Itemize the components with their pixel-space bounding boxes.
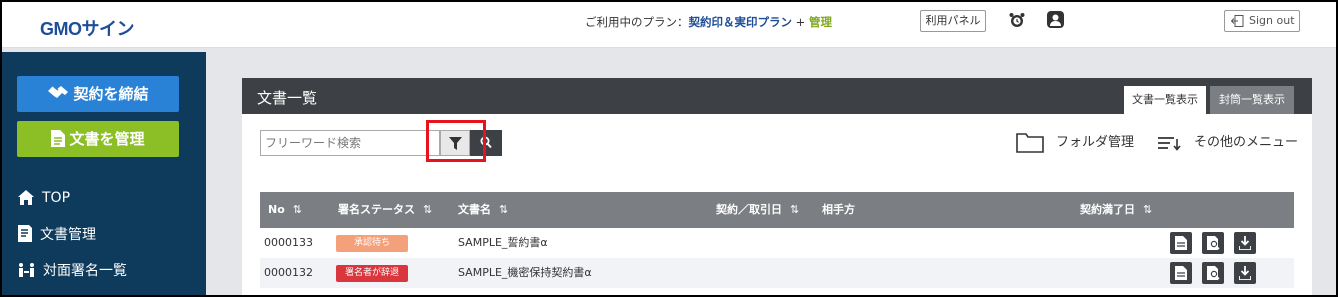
sidebar: 契約を締結 文書を管理 TOP 文書管理 対面署名一覧 [2,52,206,295]
sidebar-item-docs[interactable]: 文書管理 [18,225,96,245]
column-status[interactable]: 署名ステータス ⇅ [338,192,432,228]
doc-name[interactable]: SAMPLE_機密保持契約書α [458,258,592,288]
column-label: 署名ステータス [338,203,415,216]
download-button[interactable] [1234,232,1256,254]
manage-docs-button[interactable]: 文書を管理 [17,121,179,157]
signout-label: Sign out [1249,14,1295,27]
sort-icon[interactable]: ⇅ [423,203,432,216]
doc-name[interactable]: SAMPLE_誓約書α [458,228,548,258]
plan-prefix: ご利用中のプラン： [585,15,689,29]
sort-icon[interactable]: ⇅ [790,203,799,216]
top-header: GMOサイン ご利用中のプラン：契約印＆実印プラン + 管理 利用パネル Sig… [2,2,1336,48]
folder-icon [1016,133,1044,153]
docs-icon [18,225,32,242]
sidebar-item-label: 文書管理 [40,227,96,243]
sidebar-item-top[interactable]: TOP [18,188,70,208]
page-title: 文書一覧 [257,89,318,107]
plan-admin: 管理 [808,15,832,29]
manage-label: 文書を管理 [69,130,145,148]
usage-panel-button[interactable]: 利用パネル [920,10,986,32]
plan-plus: + [792,15,809,29]
table-row[interactable]: 0000132 署名者が辞退 SAMPLE_機密保持契約書α [260,258,1294,288]
sidebar-item-label: TOP [42,190,71,206]
user-icon[interactable] [1047,11,1064,28]
document-icon [51,130,66,147]
view-icon [1175,236,1187,250]
download-icon [1239,266,1251,280]
plan-info: ご利用中のプラン：契約印＆実印プラン + 管理 [585,14,832,30]
column-expiry-date[interactable]: 契約満了日 ⇅ [1080,192,1152,228]
preview-button[interactable] [1202,262,1224,284]
panel-header: 文書一覧 文書一覧表示 封筒一覧表示 [242,78,1312,114]
contract-button[interactable]: 契約を締結 [17,76,179,112]
free-word-search-input[interactable]: フリーワード検索 [260,130,440,156]
signout-button[interactable]: Sign out [1224,10,1300,32]
sort-icon[interactable]: ⇅ [1143,203,1152,216]
filter-highlight-box [426,120,486,162]
column-label: No [268,203,285,216]
other-menu-link[interactable]: その他のメニュー [1158,133,1298,153]
sort-icon[interactable]: ⇅ [499,203,508,216]
preview-button[interactable] [1202,232,1224,254]
view-icon [1175,266,1187,280]
column-doc-name[interactable]: 文書名 ⇅ [458,192,508,228]
column-no[interactable]: No ⇅ [268,192,302,228]
download-button[interactable] [1234,262,1256,284]
column-label: 契約満了日 [1080,203,1135,216]
face-sign-icon [19,263,34,277]
doc-no: 0000132 [264,266,313,279]
sidebar-item-label: 対面署名一覧 [43,263,127,279]
doc-no: 0000133 [264,236,313,249]
column-label: 文書名 [458,203,491,216]
status-badge: 署名者が辞退 [336,265,408,282]
view-button[interactable] [1170,262,1192,284]
view-button[interactable] [1170,232,1192,254]
sort-icon[interactable]: ⇅ [293,203,302,216]
column-contract-date[interactable]: 契約／取引日 ⇅ [716,192,799,228]
sidebar-item-face-sign[interactable]: 対面署名一覧 [18,261,127,281]
folder-manage-link[interactable]: フォルダ管理 [1016,133,1134,153]
home-icon [18,190,34,205]
table-row[interactable]: 0000133 承認待ち SAMPLE_誓約書α [260,228,1294,258]
tab-envelope-list[interactable]: 封筒一覧表示 [1210,86,1294,114]
table-header: No ⇅ 署名ステータス ⇅ 文書名 ⇅ 契約／取引日 ⇅ 相手方 契約満了日 ⇅ [260,192,1294,228]
document-list-panel: 文書一覧 文書一覧表示 封筒一覧表示 フリーワード検索 フォルダ管理 その他のメ… [242,78,1312,297]
alarm-icon[interactable] [1009,12,1025,28]
preview-icon [1207,236,1220,250]
column-label: 契約／取引日 [716,203,782,216]
signout-icon [1231,15,1244,27]
preview-icon [1207,266,1220,280]
tab-document-list[interactable]: 文書一覧表示 [1124,86,1206,114]
menu-sort-icon [1158,137,1181,151]
other-menu-label: その他のメニュー [1194,135,1299,150]
handshake-icon [48,85,69,98]
gmo-sign-logo[interactable]: GMOサイン [40,15,135,41]
column-counterparty: 相手方 [822,192,855,228]
column-label: 相手方 [822,203,855,216]
download-icon [1239,236,1251,250]
contract-label: 契約を締結 [73,85,149,103]
status-badge: 承認待ち [336,235,408,252]
plan-name: 契約印＆実印プラン [688,15,793,29]
folder-manage-label: フォルダ管理 [1056,135,1135,150]
